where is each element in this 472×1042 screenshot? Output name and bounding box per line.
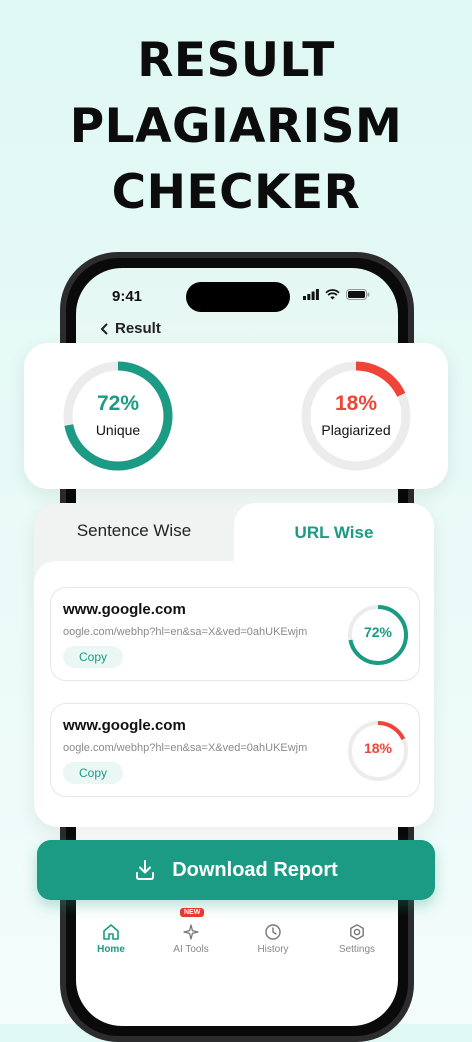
headline: RESULT PLAGIARISM CHECKER (0, 28, 472, 226)
nav-label-history: History (257, 944, 289, 955)
gear-icon (350, 924, 364, 940)
score-summary-card: 72% Unique 18% Plagiarized (24, 343, 448, 489)
plagiarized-label: Plagiarized (321, 422, 391, 438)
download-report-button[interactable]: Download Report (37, 840, 435, 900)
copy-button[interactable]: Copy (63, 646, 123, 668)
nav-item-settings[interactable]: Settings (322, 920, 392, 955)
tab-sentence-wise[interactable]: Sentence Wise (34, 503, 234, 559)
results-tabs-card: Sentence Wise URL Wise www.google.com oo… (34, 503, 434, 827)
url-title: www.google.com (63, 717, 186, 734)
chevron-left-icon (100, 322, 108, 335)
nav-label-settings: Settings (338, 944, 376, 955)
copy-button[interactable]: Copy (63, 762, 123, 784)
nav-label-home: Home (97, 944, 125, 955)
home-icon (103, 924, 119, 940)
signal-icon (303, 289, 319, 300)
plagiarized-ring: 18% Plagiarized (300, 360, 412, 472)
unique-ring-chart (63, 361, 173, 471)
download-icon (136, 860, 155, 880)
nav-item-ai-tools[interactable]: AI Tools (156, 920, 226, 955)
wifi-icon (325, 289, 340, 300)
url-score-ring: 72% (347, 604, 409, 666)
clock-icon (265, 924, 281, 940)
back-button[interactable]: Result (100, 320, 161, 337)
url-results-list: www.google.com oogle.com/webhp?hl=en&sa=… (34, 561, 434, 827)
sparkles-icon (183, 924, 199, 940)
url-result-item[interactable]: www.google.com oogle.com/webhp?hl=en&sa=… (50, 587, 420, 681)
url-link[interactable]: oogle.com/webhp?hl=en&sa=X&ved=0ahUKEwjm (63, 742, 307, 754)
url-link[interactable]: oogle.com/webhp?hl=en&sa=X&ved=0ahUKEwjm (63, 626, 307, 638)
unique-label: Unique (95, 422, 141, 438)
url-result-item[interactable]: www.google.com oogle.com/webhp?hl=en&sa=… (50, 703, 420, 797)
nav-item-history[interactable]: History (238, 920, 308, 955)
url-score-percent: 18% (363, 740, 393, 756)
headline-line-1: RESULT (137, 33, 335, 88)
status-icons (303, 289, 370, 300)
bottom-nav: Home AI Tools NEW History Settings (76, 908, 396, 968)
battery-icon (346, 289, 370, 300)
unique-percent: 72% (96, 392, 140, 415)
new-badge: NEW (180, 908, 205, 917)
url-score-percent: 72% (363, 624, 393, 640)
headline-line-2: PLAGIARISM (69, 99, 403, 154)
status-time: 9:41 (112, 288, 143, 305)
nav-item-home[interactable]: Home (76, 920, 146, 955)
plagiarized-ring-chart (301, 361, 411, 471)
download-report-label: Download Report (172, 858, 338, 881)
back-label: Result (115, 320, 161, 337)
tab-url-wise[interactable]: URL Wise (234, 503, 434, 563)
headline-line-3: CHECKER (111, 165, 361, 220)
dynamic-island (186, 282, 290, 312)
plagiarized-percent: 18% (334, 392, 378, 415)
unique-ring: 72% Unique (62, 360, 174, 472)
url-score-ring: 18% (347, 720, 409, 782)
nav-label-ai-tools: AI Tools (173, 944, 209, 955)
url-title: www.google.com (63, 601, 186, 618)
